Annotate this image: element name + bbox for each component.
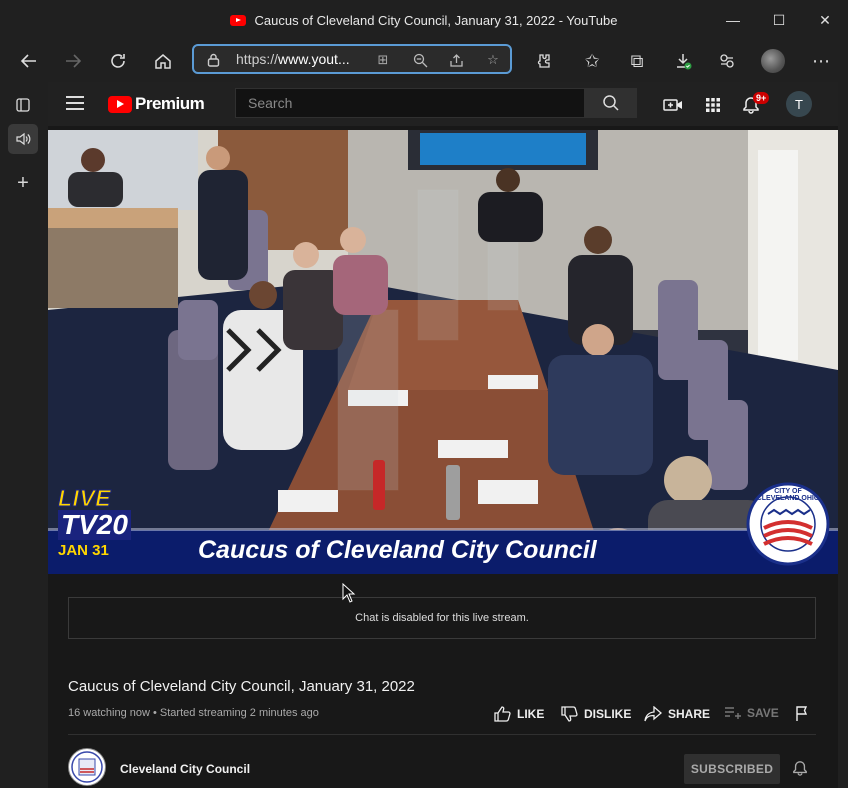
collections-icon[interactable]: ⧉ [622, 46, 652, 76]
save-label: SAVE [747, 706, 779, 720]
mouse-cursor-icon [342, 583, 356, 603]
address-bar[interactable]: https://www.yout... ⊞ ☆ [192, 44, 512, 74]
like-button[interactable]: LIKE [494, 706, 544, 722]
youtube-logo[interactable]: Premium [108, 94, 205, 114]
home-icon[interactable] [148, 46, 178, 76]
dislike-label: DISLIKE [584, 707, 632, 721]
create-video-icon[interactable] [662, 94, 684, 116]
search-input[interactable] [246, 94, 570, 112]
video-player[interactable]: LIVE TV20 JAN 31 Caucus of Cleveland Cit… [48, 130, 838, 574]
channel-notification-bell-icon[interactable] [792, 760, 808, 779]
lock-icon[interactable] [204, 51, 222, 69]
live-label: LIVE [58, 485, 112, 511]
search-icon [603, 95, 619, 111]
youtube-page: Premium 9+ T [48, 82, 838, 788]
chat-disabled-message: Chat is disabled for this live stream. [355, 612, 529, 624]
split-screen-icon[interactable]: ⊞ [374, 51, 392, 69]
thumbs-up-icon [494, 706, 511, 722]
tv20-label: TV20 [58, 510, 131, 540]
video-frame [48, 130, 838, 574]
close-button[interactable]: ✕ [802, 0, 848, 40]
tab-actions-icon[interactable] [8, 90, 38, 120]
video-title: Caucus of Cleveland City Council, Januar… [68, 678, 415, 695]
section-divider [68, 734, 816, 735]
favorites-icon[interactable]: ✩ [577, 46, 607, 76]
window-title: Caucus of Cleveland City Council, Januar… [254, 12, 618, 28]
youtube-favicon-icon [230, 14, 247, 26]
banner-text: Caucus of Cleveland City Council [198, 536, 597, 564]
add-favorite-icon[interactable]: ☆ [484, 51, 502, 69]
more-icon[interactable]: ⋯ [806, 46, 836, 76]
share-icon[interactable] [447, 51, 465, 69]
search-box[interactable] [235, 88, 585, 118]
extensions-icon[interactable] [528, 46, 558, 76]
live-chat-box: Chat is disabled for this live stream. [68, 597, 816, 639]
like-label: LIKE [517, 707, 545, 721]
notification-count-badge: 9+ [753, 92, 770, 104]
url-host: www.yout... [278, 51, 350, 67]
games-icon[interactable] [712, 46, 742, 76]
video-meta: 16 watching now • Started streaming 2 mi… [68, 707, 319, 719]
channel-avatar[interactable] [68, 748, 106, 786]
speaker-icon[interactable] [8, 124, 38, 154]
maximize-button[interactable]: ☐ [756, 0, 802, 40]
window-titlebar: Caucus of Cleveland City Council, Januar… [0, 0, 848, 40]
vertical-tabs-sidebar: + [0, 82, 46, 788]
share-button[interactable]: SHARE [644, 706, 710, 722]
channel-name[interactable]: Cleveland City Council [120, 762, 250, 776]
share-label: SHARE [668, 707, 711, 721]
youtube-header: Premium 9+ T [48, 82, 838, 126]
apps-grid-icon[interactable] [702, 94, 724, 116]
browser-toolbar: https://www.yout... ⊞ ☆ ✩ ⧉ ⋯ [0, 40, 848, 82]
date-label: JAN 31 [58, 542, 109, 559]
report-flag-button[interactable] [795, 706, 809, 722]
account-avatar[interactable]: T [786, 91, 812, 117]
add-icon[interactable]: + [8, 168, 38, 198]
flag-icon [796, 706, 808, 721]
url-text[interactable]: https://www.yout... [236, 51, 366, 67]
search-button[interactable] [585, 88, 637, 118]
profile-avatar[interactable] [758, 46, 788, 76]
refresh-icon[interactable] [103, 46, 133, 76]
share-arrow-icon [644, 706, 662, 722]
thumbs-down-icon [561, 706, 578, 722]
minimize-button[interactable]: — [710, 0, 756, 40]
downloads-icon[interactable] [668, 46, 698, 76]
live-tv20-logo: LIVE TV20 JAN 31 [58, 486, 138, 564]
logo-text: Premium [135, 94, 205, 113]
seal-text: CITY OF CLEVELAND OHIO [756, 488, 820, 502]
url-prefix: https:// [236, 51, 279, 67]
forward-icon[interactable] [58, 46, 88, 76]
save-button[interactable]: SAVE [724, 706, 779, 720]
subscribed-button[interactable]: SUBSCRIBED [684, 754, 780, 784]
dislike-button[interactable]: DISLIKE [561, 706, 631, 722]
back-icon[interactable] [14, 46, 44, 76]
menu-icon[interactable] [66, 96, 84, 110]
youtube-play-icon [108, 95, 132, 113]
playlist-add-icon [725, 707, 741, 719]
zoom-out-icon[interactable] [411, 51, 429, 69]
